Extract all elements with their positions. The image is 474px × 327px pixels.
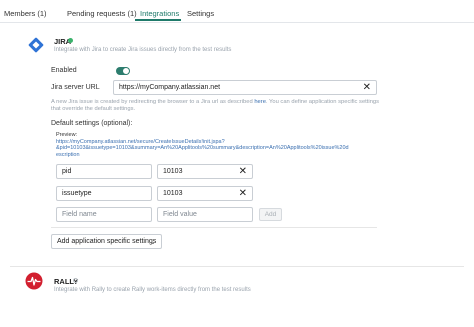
jira-divider [51, 227, 377, 228]
jira-server-url-value: https://myCompany.atlassian.net [119, 84, 221, 91]
add-field-button[interactable]: Add [259, 208, 282, 221]
jira-status-dot [68, 38, 73, 43]
field-name-placeholder: Field name [62, 211, 97, 218]
jira-logo-icon [28, 37, 44, 53]
remove-field-icon[interactable]: ✕ [239, 166, 247, 177]
note-line-2: that override the default settings. [51, 106, 136, 112]
clear-url-icon[interactable]: ✕ [363, 82, 371, 93]
rally-logo-icon [25, 272, 43, 290]
app-settings-label: Add application specific settings [57, 238, 157, 245]
preview-url-line-1: https://myCompany.atlassian.net/secure/C… [56, 138, 225, 145]
field-value-placeholder: Field value [163, 211, 197, 218]
note-text: A new Jira issue is created by redirecti… [51, 99, 255, 105]
tab-settings[interactable]: Settings [187, 9, 214, 18]
preview-url-line-2: &pid=10103&issuetype=10103&summary=An%20… [56, 145, 349, 152]
jira-description: Integrate with Jira to create Jira issue… [54, 47, 232, 53]
preview-label: Preview: [56, 132, 78, 138]
field-value-input[interactable]: 10103 ✕ [157, 164, 253, 179]
default-settings-label: Default settings (optional): [51, 120, 133, 127]
note-here-link[interactable]: here [254, 99, 266, 105]
preview-block: Preview: https://myCompany.atlassian.net… [56, 132, 376, 158]
field-value-value: 10103 [163, 168, 183, 175]
field-value-value: 10103 [163, 190, 183, 197]
note-text-continued: . You can define application specific se… [265, 99, 380, 105]
jira-redirect-note: A new Jira issue is created by redirecti… [51, 99, 381, 113]
new-field-name-input[interactable]: Field name [56, 207, 152, 222]
rally-status-dot [73, 278, 78, 283]
tab-pending-requests[interactable]: Pending requests (1) [67, 9, 137, 18]
chevron-down-icon: ⌄ [150, 239, 156, 246]
field-name-input[interactable]: pid [56, 164, 152, 179]
preview-url-line-3: escription [56, 151, 80, 158]
rally-description: Integrate with Rally to create Rally wor… [54, 287, 251, 293]
jira-server-url-label: Jira server URL [51, 84, 100, 91]
jira-integration-card: JIRA Integrate with Jira to create Jira … [10, 28, 464, 258]
active-tab-indicator [135, 19, 181, 21]
toggle-knob [123, 68, 129, 74]
field-name-value: pid [62, 168, 72, 175]
tab-bar: Members (1) Pending requests (1) Integra… [0, 0, 474, 23]
rally-integration-card: RALLY Integrate with Rally to create Ral… [10, 266, 464, 327]
field-name-input[interactable]: issuetype [56, 186, 152, 201]
add-application-settings-dropdown[interactable]: Add application specific settings ⌄ [51, 234, 162, 249]
tab-members[interactable]: Members (1) [4, 9, 47, 18]
jira-server-url-input[interactable]: https://myCompany.atlassian.net ✕ [113, 80, 377, 95]
field-value-input[interactable]: 10103 ✕ [157, 186, 253, 201]
enabled-toggle[interactable] [116, 67, 130, 75]
field-name-value: issuetype [62, 190, 92, 197]
tab-integrations[interactable]: Integrations [140, 9, 179, 18]
enabled-label: Enabled [51, 67, 77, 74]
remove-field-icon[interactable]: ✕ [239, 188, 247, 199]
new-field-value-input[interactable]: Field value [157, 207, 253, 222]
